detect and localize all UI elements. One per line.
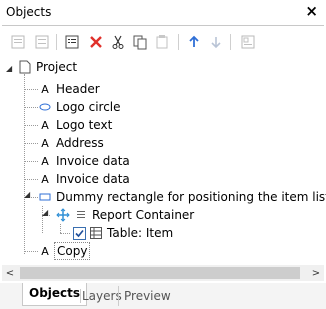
tree-item-label: Dummy rectangle for positioning the item… <box>56 190 326 204</box>
move-down-icon[interactable] <box>206 32 226 52</box>
list-icon <box>74 208 88 222</box>
tree-item-label: Invoice data <box>56 154 130 168</box>
close-icon[interactable]: × <box>305 2 318 20</box>
text-object-icon: A <box>41 244 49 258</box>
toolbar-separator <box>230 34 231 50</box>
tree-connector <box>24 251 38 252</box>
collapse-toggle-rectangle[interactable]: ◢ <box>24 190 33 199</box>
delete-icon[interactable] <box>86 32 106 52</box>
text-object-icon: A <box>41 136 49 150</box>
tree-item-address[interactable]: A Address <box>38 134 104 152</box>
paste-icon[interactable] <box>152 32 172 52</box>
objects-toolbar <box>0 28 326 56</box>
scroll-right-icon[interactable]: > <box>308 265 324 281</box>
new-object-alt-icon[interactable] <box>32 32 52 52</box>
tree-connector <box>24 161 38 162</box>
tree-item-label: Report Container <box>92 208 195 222</box>
panel-title: Objects <box>6 5 52 19</box>
panel-tabs: Objects Layers Preview <box>0 283 326 309</box>
move-up-icon[interactable] <box>184 32 204 52</box>
layout-icon[interactable] <box>238 32 258 52</box>
tree-item-table-item[interactable]: Table: Item <box>72 224 173 242</box>
properties-icon[interactable] <box>62 32 82 52</box>
tree-item-label: Copy <box>54 242 91 260</box>
report-container-icon <box>56 208 70 222</box>
tree-item-invoice-data[interactable]: A Invoice data <box>38 152 130 170</box>
tree-connector <box>24 74 25 254</box>
panel-title-bar: Objects × <box>0 0 326 24</box>
ellipse-icon <box>38 100 52 114</box>
tree-item-logo-circle[interactable]: Logo circle <box>38 98 121 116</box>
collapse-toggle-project[interactable]: ◢ <box>6 64 15 73</box>
tree-item-logo-text[interactable]: A Logo text <box>38 116 112 134</box>
tree-item-project[interactable]: Project <box>18 58 77 76</box>
text-object-icon: A <box>41 82 49 96</box>
table-icon <box>89 226 103 240</box>
tree-connector <box>24 89 38 90</box>
rectangle-icon <box>38 190 52 204</box>
tree-item-label: Project <box>36 60 78 74</box>
text-object-icon: A <box>41 172 49 186</box>
tree-item-report-container[interactable]: Report Container <box>56 206 194 224</box>
checkbox-checked-icon[interactable] <box>72 226 86 240</box>
tree-item-copy[interactable]: A Copy <box>38 242 91 260</box>
tree-item-label: Header <box>56 82 100 96</box>
tree-connector <box>24 179 38 180</box>
tree-item-header[interactable]: A Header <box>38 80 100 98</box>
copy-icon[interactable] <box>130 32 150 52</box>
tree-item-label: Logo circle <box>56 100 121 114</box>
new-object-icon[interactable] <box>8 32 28 52</box>
tree-connector <box>24 125 38 126</box>
cut-icon[interactable] <box>108 32 128 52</box>
scroll-left-icon[interactable]: < <box>2 265 18 281</box>
tree-item-invoice-data[interactable]: A Invoice data <box>38 170 130 188</box>
tree-item-label: Logo text <box>56 118 113 132</box>
tree-connector <box>24 143 38 144</box>
text-object-icon: A <box>41 154 49 168</box>
tab-objects[interactable]: Objects <box>22 283 88 306</box>
tree-connector <box>24 107 38 108</box>
scrollbar-thumb[interactable] <box>20 267 300 279</box>
tab-layers[interactable]: Layers <box>82 286 122 306</box>
toolbar-separator <box>178 34 179 50</box>
title-divider <box>2 25 324 26</box>
tab-preview[interactable]: Preview <box>118 286 171 306</box>
tree-item-label: Table: Item <box>107 226 174 240</box>
tab-divider <box>80 289 81 303</box>
toolbar-separator <box>56 34 57 50</box>
tree-connector <box>60 224 61 233</box>
tree-item-label: Invoice data <box>56 172 130 186</box>
tree-item-label: Address <box>56 136 104 150</box>
object-tree: ◢ ◢ ◢ Project A Header Logo circle A Log… <box>0 56 326 264</box>
horizontal-scrollbar[interactable]: < > <box>2 265 324 281</box>
collapse-toggle-container[interactable]: ◢ <box>42 208 51 217</box>
text-object-icon: A <box>41 118 49 132</box>
tree-connector <box>60 233 70 234</box>
tree-item-dummy-rectangle[interactable]: Dummy rectangle for positioning the item… <box>38 188 326 206</box>
page-icon <box>18 60 32 74</box>
